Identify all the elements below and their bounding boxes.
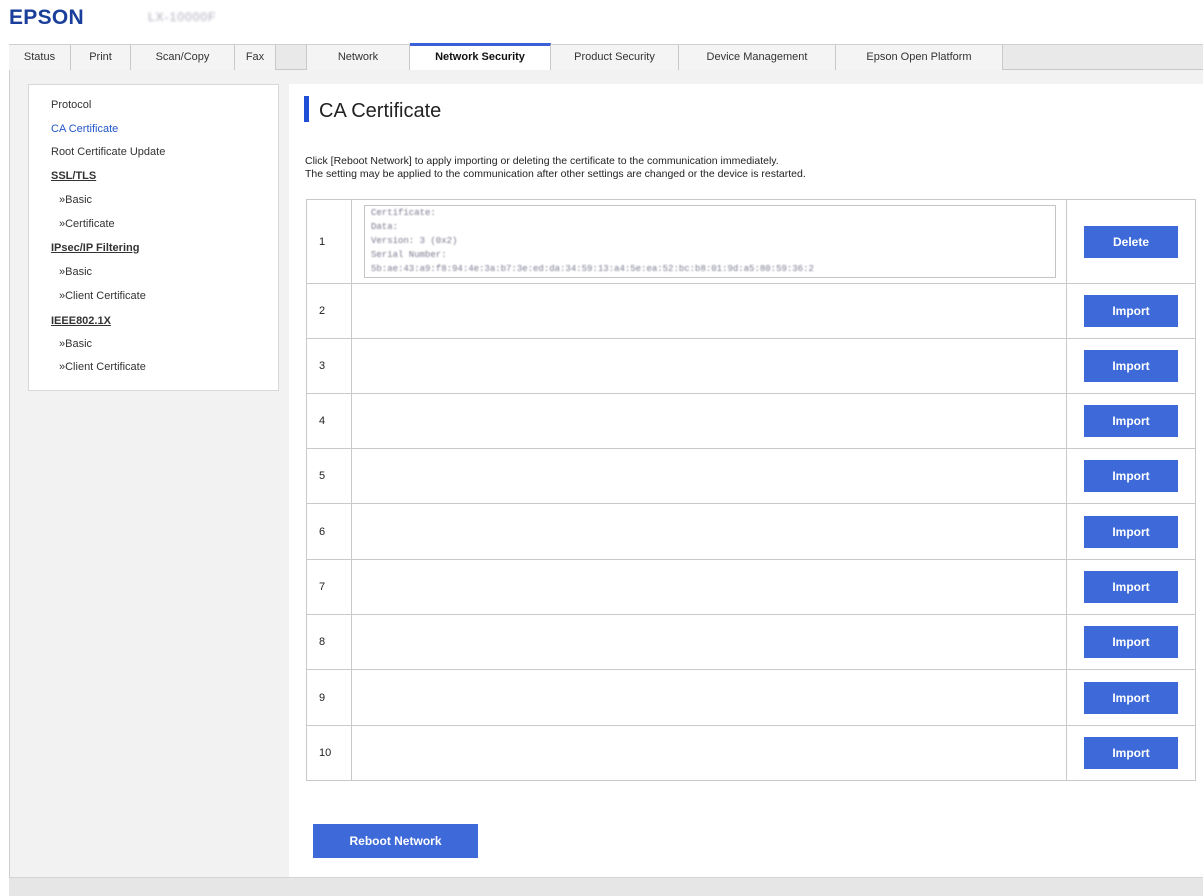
certificate-cell bbox=[352, 615, 1067, 669]
tab-fax[interactable]: Fax bbox=[235, 45, 276, 70]
sidebar-item-ssl-certificate[interactable]: »Certificate bbox=[59, 218, 115, 230]
certificate-row: 8 Import bbox=[306, 614, 1196, 670]
action-cell: Import bbox=[1067, 339, 1195, 393]
tab-bar: Status Print Scan/Copy Fax Network Netwo… bbox=[9, 43, 1203, 70]
certificate-cell: Certificate: Data: Version: 3 (0x2) Seri… bbox=[352, 200, 1067, 283]
import-button[interactable]: Import bbox=[1084, 571, 1178, 603]
tab-product-security[interactable]: Product Security bbox=[551, 45, 679, 70]
import-button[interactable]: Import bbox=[1084, 295, 1178, 327]
tab-device-management[interactable]: Device Management bbox=[679, 45, 836, 70]
tab-network-security[interactable]: Network Security bbox=[410, 43, 551, 70]
certificate-cell bbox=[352, 394, 1067, 448]
action-cell: Import bbox=[1067, 670, 1195, 725]
row-number: 8 bbox=[307, 615, 352, 669]
sidebar-item-ipsec-client-certificate[interactable]: »Client Certificate bbox=[59, 290, 146, 302]
tab-scan-copy[interactable]: Scan/Copy bbox=[131, 45, 235, 70]
description-line-2: The setting may be applied to the commun… bbox=[305, 168, 806, 180]
row-number: 9 bbox=[307, 670, 352, 725]
action-cell: Delete bbox=[1067, 200, 1195, 283]
certificate-row: 6 Import bbox=[306, 503, 1196, 560]
sidebar: Protocol CA Certificate Root Certificate… bbox=[28, 84, 279, 391]
action-cell: Import bbox=[1067, 449, 1195, 503]
certificate-row: 5 Import bbox=[306, 448, 1196, 504]
title-accent bbox=[304, 96, 309, 122]
row-number: 7 bbox=[307, 560, 352, 614]
certificate-row: 3 Import bbox=[306, 338, 1196, 394]
sidebar-section-ssl-tls[interactable]: SSL/TLS bbox=[51, 170, 96, 182]
cert-line: Serial Number: bbox=[371, 250, 447, 260]
certificate-row: 7 Import bbox=[306, 559, 1196, 615]
sidebar-item-ca-certificate[interactable]: CA Certificate bbox=[51, 123, 118, 135]
footer-bar bbox=[9, 877, 1203, 896]
row-number: 10 bbox=[307, 726, 352, 780]
row-number: 5 bbox=[307, 449, 352, 503]
sidebar-item-ieee-client-certificate[interactable]: »Client Certificate bbox=[59, 361, 146, 373]
certificate-text-area[interactable]: Certificate: Data: Version: 3 (0x2) Seri… bbox=[364, 205, 1056, 278]
certificate-row: 2 Import bbox=[306, 283, 1196, 339]
cert-line: Certificate: bbox=[371, 208, 436, 218]
row-number: 3 bbox=[307, 339, 352, 393]
top-bar: EPSON LX-10000F bbox=[0, 0, 1203, 34]
row-number: 1 bbox=[307, 200, 352, 283]
cert-line: Data: bbox=[371, 222, 399, 232]
import-button[interactable]: Import bbox=[1084, 460, 1178, 492]
certificate-row: 1 Certificate: Data: Version: 3 (0x2) Se… bbox=[306, 199, 1196, 284]
model-name: LX-10000F bbox=[148, 10, 217, 24]
epson-logo: EPSON bbox=[9, 6, 85, 29]
page-title: CA Certificate bbox=[319, 100, 442, 122]
import-button[interactable]: Import bbox=[1084, 681, 1178, 714]
certificate-cell bbox=[352, 726, 1067, 780]
tab-status[interactable]: Status bbox=[9, 45, 71, 70]
sidebar-item-ssl-basic[interactable]: »Basic bbox=[59, 194, 92, 206]
certificate-cell bbox=[352, 670, 1067, 725]
certificate-row: 9 Import bbox=[306, 669, 1196, 726]
certificate-cell bbox=[352, 284, 1067, 338]
cert-line: 5b:ae:43:a9:f8:94:4e:3a:b7:3e:ed:da:34:5… bbox=[371, 264, 814, 274]
import-button[interactable]: Import bbox=[1084, 515, 1178, 548]
sidebar-item-root-certificate-update[interactable]: Root Certificate Update bbox=[51, 146, 165, 158]
delete-button[interactable]: Delete bbox=[1084, 225, 1178, 258]
row-number: 6 bbox=[307, 504, 352, 559]
sidebar-item-ieee-basic[interactable]: »Basic bbox=[59, 338, 92, 350]
certificate-row: 4 Import bbox=[306, 393, 1196, 449]
tab-epson-open-platform[interactable]: Epson Open Platform bbox=[836, 45, 1003, 70]
description-line-1: Click [Reboot Network] to apply importin… bbox=[305, 155, 779, 167]
sidebar-item-protocol[interactable]: Protocol bbox=[51, 99, 91, 111]
certificate-row: 10 Import bbox=[306, 725, 1196, 781]
action-cell: Import bbox=[1067, 615, 1195, 669]
certificate-cell bbox=[352, 504, 1067, 559]
action-cell: Import bbox=[1067, 560, 1195, 614]
certificate-cell bbox=[352, 560, 1067, 614]
tab-print[interactable]: Print bbox=[71, 45, 131, 70]
import-button[interactable]: Import bbox=[1084, 350, 1178, 382]
row-number: 2 bbox=[307, 284, 352, 338]
sidebar-section-ipsec[interactable]: IPsec/IP Filtering bbox=[51, 242, 139, 254]
import-button[interactable]: Import bbox=[1084, 737, 1178, 769]
certificate-cell bbox=[352, 339, 1067, 393]
action-cell: Import bbox=[1067, 284, 1195, 338]
sidebar-section-ieee8021x[interactable]: IEEE802.1X bbox=[51, 315, 111, 327]
reboot-network-button[interactable]: Reboot Network bbox=[313, 824, 478, 858]
import-button[interactable]: Import bbox=[1084, 626, 1178, 658]
action-cell: Import bbox=[1067, 504, 1195, 559]
certificate-cell bbox=[352, 449, 1067, 503]
cert-line: Version: 3 (0x2) bbox=[371, 236, 458, 246]
action-cell: Import bbox=[1067, 726, 1195, 780]
row-number: 4 bbox=[307, 394, 352, 448]
action-cell: Import bbox=[1067, 394, 1195, 448]
tab-network[interactable]: Network bbox=[306, 45, 410, 70]
sidebar-item-ipsec-basic[interactable]: »Basic bbox=[59, 266, 92, 278]
import-button[interactable]: Import bbox=[1084, 405, 1178, 437]
